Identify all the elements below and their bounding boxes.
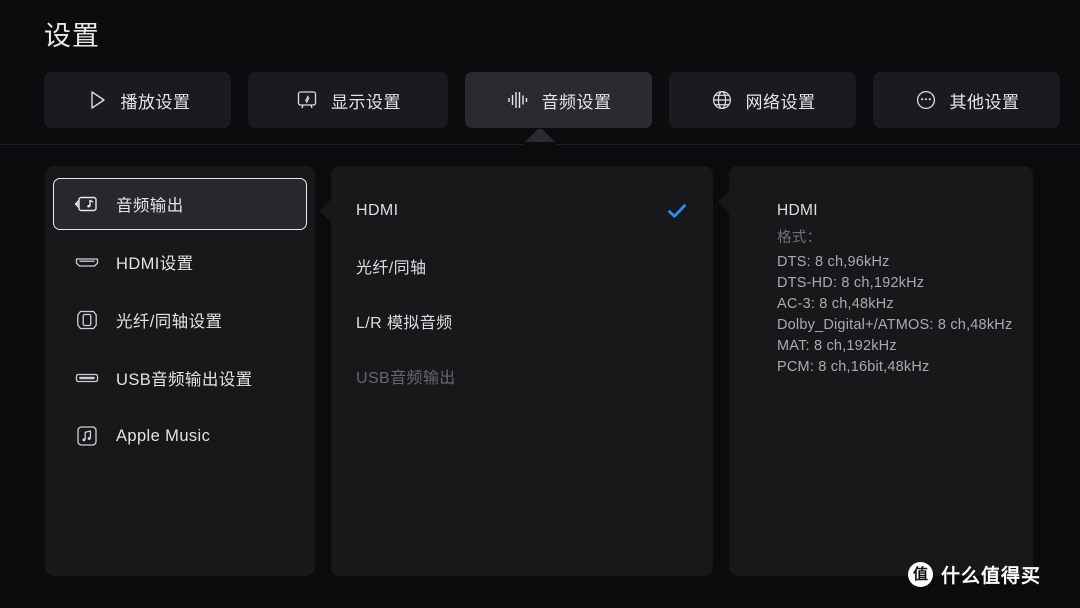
detail-format-line: AC-3: 8 ch,48kHz	[777, 296, 894, 312]
detail-format-line: PCM: 8 ch,16bit,48kHz	[777, 359, 930, 375]
check-icon	[666, 200, 688, 222]
tab-label: 播放设置	[120, 92, 191, 112]
music-note-icon	[74, 423, 100, 449]
play-icon	[85, 88, 109, 112]
waveform-icon	[506, 88, 530, 112]
option-label: HDMI	[356, 202, 399, 219]
usb-port-icon	[74, 365, 100, 391]
watermark-logo: 值	[908, 562, 933, 587]
selected-tab-caret	[524, 129, 556, 145]
detail-format-line: MAT: 8 ch,192kHz	[777, 338, 897, 354]
tab-label: 显示设置	[331, 92, 401, 112]
sidebar-panel: 音频输出 HDMI设置 光纤/同轴设置 USB音频输出设置 Apple Musi…	[45, 166, 315, 576]
detail-content: HDMI 格式： DTS: 8 ch,96kHz DTS-HD: 8 ch,19…	[777, 201, 1017, 378]
option-row-optical-coax[interactable]: 光纤/同轴	[331, 245, 713, 287]
sidebar-item-optical-coax-settings[interactable]: 光纤/同轴设置	[53, 294, 307, 346]
tab-network-settings[interactable]: 网络设置	[669, 72, 856, 128]
detail-panel-notch	[716, 190, 729, 214]
tab-display-settings[interactable]: 显示设置	[248, 72, 448, 128]
option-row-hdmi[interactable]: HDMI	[331, 190, 713, 232]
options-panel-notch	[318, 199, 331, 223]
watermark-text: 什么值得买	[941, 566, 1042, 587]
detail-format-line: DTS-HD: 8 ch,192kHz	[777, 275, 925, 291]
detail-panel: HDMI 格式： DTS: 8 ch,96kHz DTS-HD: 8 ch,19…	[729, 166, 1033, 576]
sidebar-item-label: 光纤/同轴设置	[116, 313, 223, 331]
tab-label: 音频设置	[541, 92, 612, 112]
tab-label: 网络设置	[745, 92, 816, 112]
tab-audio-settings[interactable]: 音频设置	[465, 72, 652, 128]
detail-format-line: Dolby_Digital+/ATMOS: 8 ch,48kHz	[777, 317, 1013, 333]
audio-output-icon	[74, 191, 100, 217]
sidebar-item-label: 音频输出	[116, 197, 184, 215]
option-label: USB音频输出	[356, 370, 456, 387]
display-icon	[295, 88, 319, 112]
sidebar-item-label: HDMI设置	[116, 255, 194, 273]
watermark: 值 什么值得买	[908, 561, 1041, 588]
page-title: 设置	[44, 21, 100, 51]
more-dots-icon	[914, 88, 938, 112]
optical-port-icon	[74, 307, 100, 333]
tab-bar: 播放设置 显示设置 音频设置 网络设置 其他设置	[44, 72, 1060, 128]
tab-label: 其他设置	[949, 92, 1020, 112]
tab-other-settings[interactable]: 其他设置	[873, 72, 1060, 128]
detail-format-line: DTS: 8 ch,96kHz	[777, 254, 890, 270]
sidebar-item-usb-audio-output-settings[interactable]: USB音频输出设置	[53, 352, 307, 404]
settings-screen: 设置 播放设置 显示设置 音频设置 网络设置 其他设置 音频输出 HDMI设置 …	[0, 0, 1080, 608]
tab-playback-settings[interactable]: 播放设置	[44, 72, 231, 128]
sidebar-item-label: USB音频输出设置	[116, 371, 253, 389]
sidebar-item-apple-music[interactable]: Apple Music	[53, 410, 307, 462]
sidebar-item-audio-output[interactable]: 音频输出	[53, 178, 307, 230]
option-row-usb-audio-output: USB音频输出	[331, 355, 713, 397]
option-label: L/R 模拟音频	[356, 315, 453, 332]
options-panel: HDMI 光纤/同轴 L/R 模拟音频 USB音频输出	[331, 166, 713, 576]
header-bar: 设置 播放设置 显示设置 音频设置 网络设置 其他设置	[0, 0, 1080, 145]
sidebar-item-label: Apple Music	[116, 426, 211, 445]
detail-title: HDMI	[777, 202, 818, 219]
option-row-lr-analog-audio[interactable]: L/R 模拟音频	[331, 300, 713, 342]
option-label: 光纤/同轴	[356, 260, 427, 277]
hdmi-port-icon	[74, 249, 100, 275]
detail-subtitle: 格式：	[777, 230, 822, 246]
globe-icon	[710, 88, 734, 112]
sidebar-item-hdmi-settings[interactable]: HDMI设置	[53, 236, 307, 288]
